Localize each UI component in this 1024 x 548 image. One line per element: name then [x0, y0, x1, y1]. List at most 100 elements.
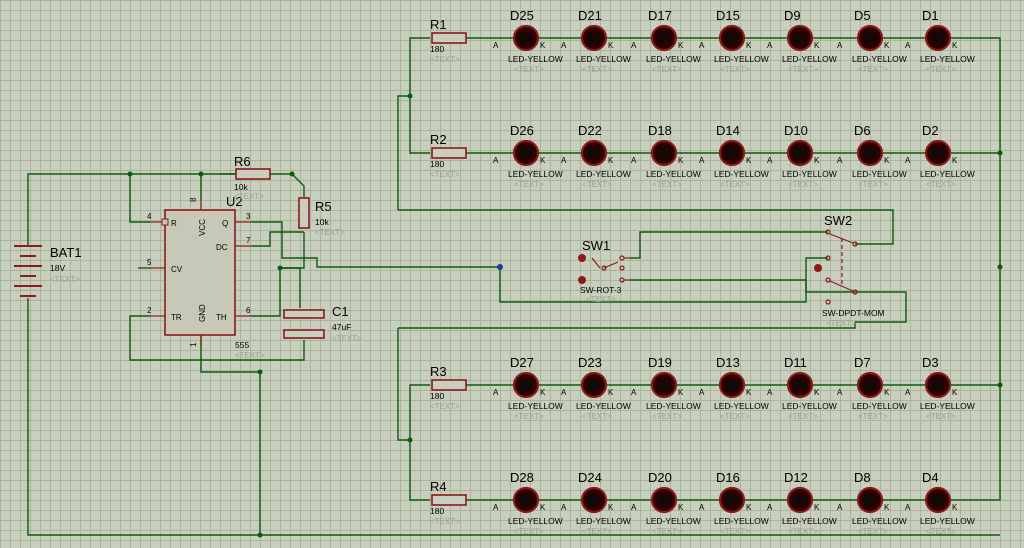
- led-cathode-label: K: [540, 503, 546, 512]
- led[interactable]: A K D27 LED-YELLOW<TEXT>: [493, 355, 563, 421]
- wire-left-bus-top[interactable]: [397, 37, 430, 210]
- led-value: LED-YELLOW: [576, 401, 631, 411]
- wire-bat-top[interactable]: [27, 173, 292, 246]
- led-text-placeholder: <TEXT>: [926, 180, 956, 189]
- wire-c1-top[interactable]: [280, 267, 301, 308]
- schematic-canvas[interactable]: BAT1 18V <TEXT> U2 R CV TR Q DC TH VCC G…: [0, 0, 1024, 548]
- led[interactable]: A K D21 LED-YELLOW<TEXT>: [561, 8, 631, 74]
- pin-label-tr: TR: [171, 313, 182, 322]
- resistor-r4[interactable]: R4 180<TEXT>: [430, 479, 467, 526]
- led-ref: D16: [716, 470, 740, 485]
- wire-left-bus-bottom[interactable]: [397, 328, 430, 441]
- led[interactable]: A K D3 LED-YELLOW<TEXT>: [905, 355, 975, 421]
- wire-left-bus-r4[interactable]: [409, 440, 430, 501]
- wire-q-out[interactable]: [252, 221, 500, 268]
- pin-num-3: 3: [246, 212, 251, 221]
- led-value: LED-YELLOW: [782, 54, 837, 64]
- led[interactable]: A K D2 LED-YELLOW<TEXT>: [905, 123, 975, 189]
- led[interactable]: A K D18 LED-YELLOW<TEXT>: [631, 123, 701, 189]
- wire-gnd[interactable]: [200, 330, 261, 535]
- resistor-r5[interactable]: R5 10k <TEXT>: [298, 197, 345, 237]
- led[interactable]: A K D20 LED-YELLOW<TEXT>: [631, 470, 701, 536]
- led-anode-label: A: [561, 388, 567, 397]
- wire-sw2-top[interactable]: [398, 209, 894, 245]
- led[interactable]: A K D22 LED-YELLOW<TEXT>: [561, 123, 631, 189]
- switch-sw2[interactable]: SW2 SW-DPDT-MOM <TEXT>: [814, 213, 885, 328]
- led[interactable]: A K D28 LED-YELLOW<TEXT>: [493, 470, 563, 536]
- pin-num-1: 1: [189, 342, 198, 347]
- wire-r5-bottom[interactable]: [280, 232, 305, 269]
- led[interactable]: A K D6 LED-YELLOW<TEXT>: [837, 123, 907, 189]
- led-cathode-label: K: [814, 41, 820, 50]
- pin-num-7: 7: [246, 236, 251, 245]
- led-cathode-label: K: [814, 156, 820, 165]
- led[interactable]: A K D4 LED-YELLOW<TEXT>: [905, 470, 975, 536]
- led[interactable]: A K D5 LED-YELLOW<TEXT>: [837, 8, 907, 74]
- led-text-placeholder: <TEXT>: [720, 412, 750, 421]
- led-ref: D18: [648, 123, 672, 138]
- resistor-r1[interactable]: R1 180<TEXT>: [430, 17, 467, 64]
- resistor-r3[interactable]: R3 180<TEXT>: [430, 364, 467, 411]
- wire-dc[interactable]: [252, 231, 304, 247]
- led-cathode-label: K: [884, 41, 890, 50]
- led-ref: D17: [648, 8, 672, 23]
- wire-r5-top[interactable]: [291, 173, 305, 198]
- c1-text-placeholder: <TEXT>: [332, 334, 362, 343]
- led-anode-label: A: [493, 388, 499, 397]
- wire-sw2-bottom[interactable]: [398, 322, 856, 329]
- led-text-placeholder: <TEXT>: [514, 65, 544, 74]
- pin-label-dc: DC: [216, 243, 228, 252]
- led-value: LED-YELLOW: [782, 169, 837, 179]
- ic-555-u2[interactable]: U2 R CV TR Q DC TH VCC GND 4 5 2 3 7 6 8…: [147, 194, 265, 360]
- wire-left-bus-r2[interactable]: [409, 96, 430, 154]
- led-anode-label: A: [837, 503, 843, 512]
- led-cathode-label: K: [746, 503, 752, 512]
- led[interactable]: A K D19 LED-YELLOW<TEXT>: [631, 355, 701, 421]
- led[interactable]: A K D16 LED-YELLOW<TEXT>: [699, 470, 769, 536]
- wire-th[interactable]: [252, 268, 281, 317]
- led[interactable]: A K D24 LED-YELLOW<TEXT>: [561, 470, 631, 536]
- led[interactable]: A K D17 LED-YELLOW<TEXT>: [631, 8, 701, 74]
- battery-bat1[interactable]: BAT1 18V <TEXT>: [14, 245, 82, 297]
- capacitor-c1[interactable]: C1 47uF <TEXT>: [283, 304, 362, 343]
- junction-dot: [997, 264, 1003, 270]
- led[interactable]: A K D11 LED-YELLOW<TEXT>: [767, 355, 837, 421]
- battery-text-placeholder: <TEXT>: [50, 275, 80, 284]
- led-text-placeholder: <TEXT>: [720, 527, 750, 536]
- r5-value: 10k: [315, 217, 329, 227]
- led[interactable]: A K D15 LED-YELLOW<TEXT>: [699, 8, 769, 74]
- switch-sw1[interactable]: SW1 SW-ROT-3 <TEXT>: [578, 238, 630, 304]
- r6-value: 10k: [234, 182, 248, 192]
- led[interactable]: A K D9 LED-YELLOW<TEXT>: [767, 8, 837, 74]
- r5-ref: R5: [315, 199, 332, 214]
- led-ref: D10: [784, 123, 808, 138]
- led[interactable]: A K D26 LED-YELLOW<TEXT>: [493, 123, 563, 189]
- wire-sw1-b[interactable]: [630, 231, 828, 259]
- led[interactable]: A K D13 LED-YELLOW<TEXT>: [699, 355, 769, 421]
- led-anode-label: A: [905, 388, 911, 397]
- led[interactable]: A K D10 LED-YELLOW<TEXT>: [767, 123, 837, 189]
- led[interactable]: A K D25 LED-YELLOW<TEXT>: [493, 8, 563, 74]
- r6-text-placeholder: <TEXT>: [234, 192, 264, 201]
- led-value: LED-YELLOW: [576, 169, 631, 179]
- led[interactable]: A K D12 LED-YELLOW<TEXT>: [767, 470, 837, 536]
- led-anode-label: A: [493, 156, 499, 165]
- led-text-placeholder: <TEXT>: [926, 412, 956, 421]
- led-cathode-label: K: [746, 41, 752, 50]
- pin-num-4: 4: [147, 212, 152, 221]
- led[interactable]: A K D8 LED-YELLOW<TEXT>: [837, 470, 907, 536]
- led-text-placeholder: <TEXT>: [858, 412, 888, 421]
- sw1-text-placeholder: <TEXT>: [586, 295, 616, 304]
- probe-node[interactable]: [497, 264, 503, 270]
- led-text-placeholder: <TEXT>: [926, 65, 956, 74]
- led[interactable]: A K D23 LED-YELLOW<TEXT>: [561, 355, 631, 421]
- led-anode-label: A: [905, 41, 911, 50]
- resistor-r2[interactable]: R2 180<TEXT>: [430, 132, 467, 179]
- led-cathode-label: K: [952, 156, 958, 165]
- led-ref: D26: [510, 123, 534, 138]
- led[interactable]: A K D7 LED-YELLOW<TEXT>: [837, 355, 907, 421]
- led[interactable]: A K D1 LED-YELLOW<TEXT>: [905, 8, 975, 74]
- led[interactable]: A K D14 LED-YELLOW<TEXT>: [699, 123, 769, 189]
- led-value: LED-YELLOW: [852, 401, 907, 411]
- wire-right-bus[interactable]: [962, 37, 1001, 501]
